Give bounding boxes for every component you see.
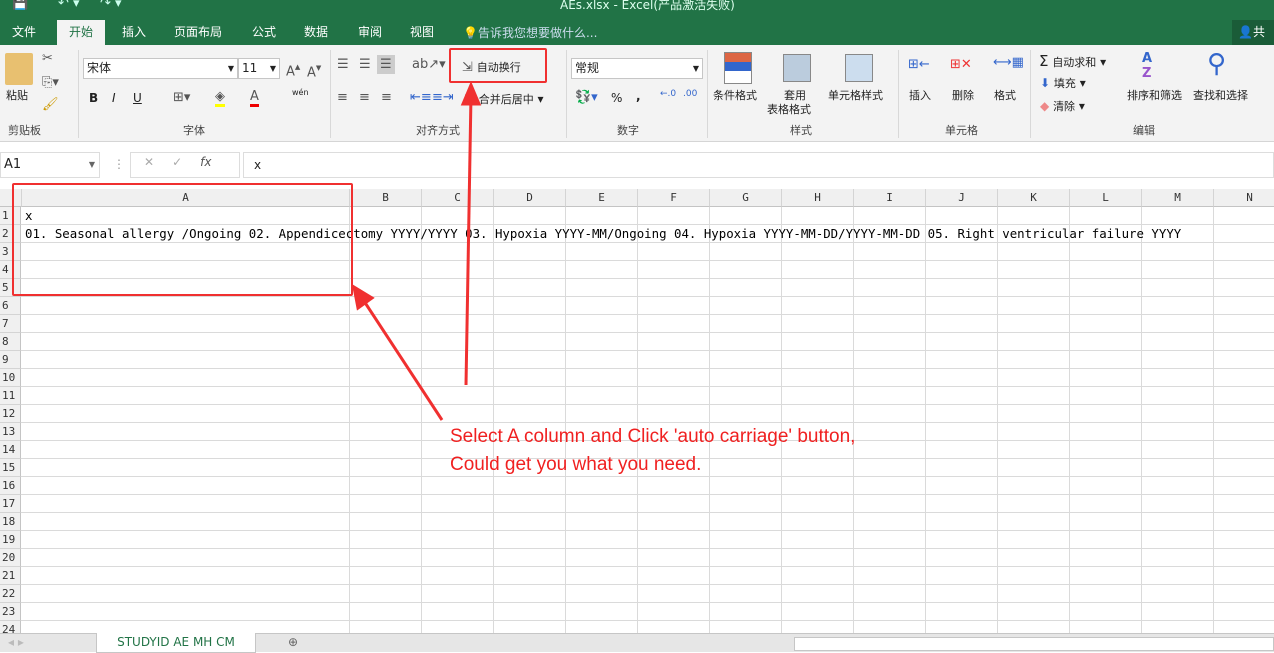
arrowhead-column-a [351,283,375,311]
annotation-text: Select A column and Click 'auto carriage… [450,426,856,475]
arrow-to-column-a [360,297,444,421]
arrowhead-wrap-text [460,81,482,106]
arrow-to-wrap-text [464,94,473,386]
annotation-arrows [351,81,482,421]
